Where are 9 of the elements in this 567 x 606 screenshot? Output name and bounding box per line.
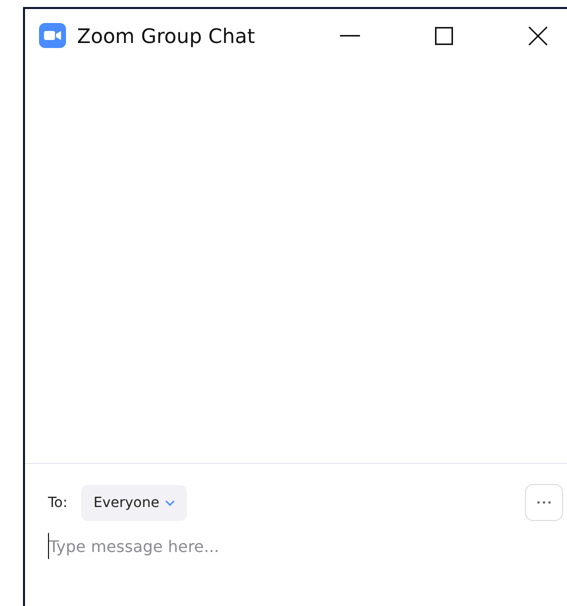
maximize-icon — [435, 26, 453, 44]
window-title: Zoom Group Chat — [77, 24, 255, 48]
close-icon — [528, 26, 548, 46]
more-icon — [537, 501, 551, 504]
to-label: To: — [48, 494, 68, 510]
minimize-icon — [340, 34, 360, 36]
chevron-down-icon — [165, 500, 176, 506]
recipient-dropdown[interactable]: Everyone — [81, 484, 188, 520]
video-camera-icon — [39, 23, 66, 48]
